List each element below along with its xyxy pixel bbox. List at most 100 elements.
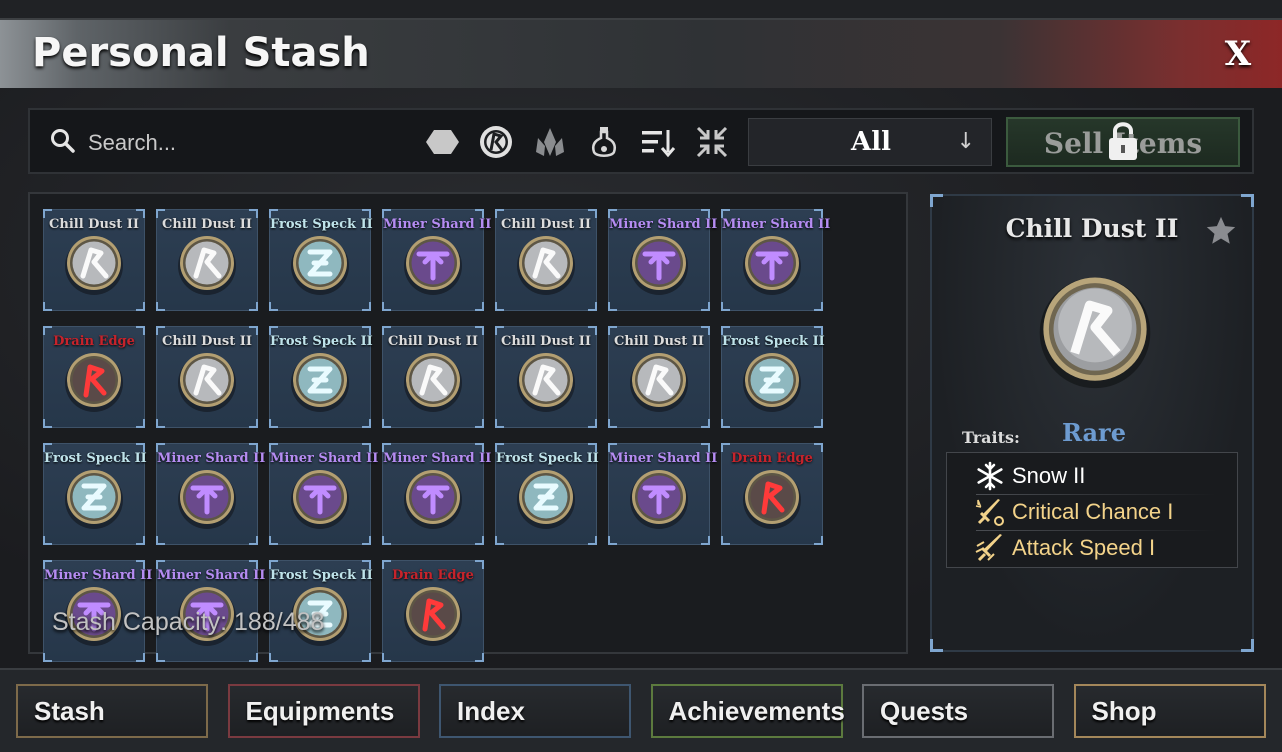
stash-slot[interactable]: Miner Shard II: [608, 443, 717, 545]
slot-item-name: Chill Dust II: [501, 217, 591, 232]
tab-stash[interactable]: Stash: [16, 684, 208, 738]
slot-item-name: Drain Edge: [53, 334, 135, 349]
slot-corner: [721, 536, 730, 545]
slot-corner: [475, 536, 484, 545]
slot-corner: [43, 536, 52, 545]
frost-rune-icon: [517, 470, 575, 529]
tab-label: Equipments: [245, 696, 395, 726]
stash-slot[interactable]: Frost Speck II: [43, 443, 147, 545]
slot-corner: [721, 302, 730, 311]
slot-corner: [156, 536, 165, 545]
drain-rune-icon: [65, 353, 123, 412]
stash-slot[interactable]: Chill Dust II: [495, 326, 597, 428]
slot-corner: [588, 536, 597, 545]
stash-slot[interactable]: Chill Dust II: [495, 209, 597, 311]
stash-slot[interactable]: Miner Shard II: [382, 443, 492, 545]
tab-index[interactable]: Index: [439, 684, 631, 738]
slot-item-name: Frost Speck II: [270, 334, 373, 349]
sort-icon[interactable]: [640, 124, 676, 160]
slot-corner: [701, 302, 710, 311]
slot-corner: [43, 419, 52, 428]
snowflake-icon: [977, 461, 1003, 491]
slot-corner: [814, 302, 823, 311]
slot-item-name: Frost Speck II: [270, 217, 373, 232]
rarity-label: Rare: [1062, 418, 1126, 447]
stash-slot[interactable]: Frost Speck II: [269, 209, 373, 311]
category-filter-dropdown[interactable]: All ↓: [748, 118, 992, 166]
slot-corner: [608, 536, 617, 545]
shape-filter-icon[interactable]: [424, 124, 460, 160]
tab-shop[interactable]: Shop: [1073, 684, 1266, 738]
stash-slot[interactable]: Miner Shard II: [382, 209, 492, 311]
stash-slot[interactable]: Drain Edge: [382, 560, 484, 662]
tab-quests[interactable]: Quests: [862, 684, 1054, 738]
tab-achievements[interactable]: Achievements: [650, 684, 845, 738]
tab-label: Achievements: [668, 696, 845, 726]
slot-corner: [475, 419, 484, 428]
slot-item-name: Drain Edge: [392, 568, 474, 583]
slot-corner: [608, 419, 617, 428]
slot-corner: [701, 419, 710, 428]
slot-corner: [475, 653, 484, 662]
slot-item-name: Miner Shard II: [722, 217, 831, 232]
slot-item-name: Miner Shard II: [157, 568, 266, 583]
miner-rune-icon: [743, 236, 801, 295]
slot-item-name: Frost Speck II: [44, 451, 147, 466]
stash-slot[interactable]: Chill Dust II: [156, 326, 258, 428]
slot-corner: [588, 419, 597, 428]
slot-item-name: Miner Shard II: [383, 451, 492, 466]
sword-crit-icon: [975, 499, 1004, 526]
slot-corner: [249, 653, 258, 662]
stash-slot[interactable]: Drain Edge: [721, 443, 823, 545]
chill-rune-icon: [630, 353, 688, 412]
collapse-icon[interactable]: [694, 124, 730, 160]
slot-corner: [156, 653, 165, 662]
trait-label: Critical Chance I: [1012, 499, 1174, 524]
slot-corner: [362, 419, 371, 428]
slot-item-name: Chill Dust II: [162, 334, 252, 349]
stash-slot[interactable]: Frost Speck II: [721, 326, 825, 428]
arrow-down-icon: ↓: [956, 129, 975, 154]
slot-corner: [475, 302, 484, 311]
stash-slot[interactable]: Chill Dust II: [382, 326, 484, 428]
slot-corner: [814, 419, 823, 428]
slot-corner: [382, 653, 391, 662]
slot-item-name: Frost Speck II: [496, 451, 599, 466]
potion-filter-icon[interactable]: [586, 124, 622, 160]
slot-item-name: Miner Shard II: [383, 217, 492, 232]
slot-corner: [362, 536, 371, 545]
stash-slot[interactable]: Frost Speck II: [495, 443, 599, 545]
tab-label: Index: [457, 696, 525, 726]
favorite-star-icon[interactable]: [1204, 214, 1238, 248]
close-button[interactable]: X: [1218, 34, 1258, 74]
slot-corner: [382, 536, 391, 545]
frost-rune-icon: [65, 470, 123, 529]
stash-slot[interactable]: Drain Edge: [43, 326, 145, 428]
frost-rune-icon: [291, 236, 349, 295]
stash-slot[interactable]: Miner Shard II: [721, 209, 831, 311]
stash-slot[interactable]: Frost Speck II: [269, 326, 373, 428]
search-input[interactable]: [86, 126, 390, 160]
stash-slot[interactable]: Miner Shard II: [608, 209, 717, 311]
slot-corner: [721, 419, 730, 428]
tab-equipments[interactable]: Equipments: [227, 684, 420, 738]
slot-corner: [156, 419, 165, 428]
detail-item-name: Chill Dust II: [1005, 214, 1179, 243]
material-filter-icon[interactable]: [532, 124, 568, 160]
stash-slot[interactable]: Miner Shard II: [269, 443, 378, 545]
traits-label: Traits:: [962, 428, 1020, 447]
stash-slot[interactable]: Chill Dust II: [43, 209, 145, 311]
stash-slot[interactable]: Chill Dust II: [156, 209, 258, 311]
slot-corner: [269, 419, 278, 428]
slot-corner: [269, 536, 278, 545]
search-icon[interactable]: [50, 128, 76, 154]
stash-capacity: Stash Capacity: 188/488: [52, 608, 325, 636]
rune-filter-icon[interactable]: [478, 124, 514, 160]
stash-slot[interactable]: Miner Shard II: [156, 443, 265, 545]
slot-corner: [495, 536, 504, 545]
slot-item-name: Chill Dust II: [614, 334, 704, 349]
stash-slot[interactable]: Chill Dust II: [608, 326, 710, 428]
chill-rune-icon: [517, 236, 575, 295]
slot-corner: [588, 302, 597, 311]
trait-row: Snow II: [970, 459, 1230, 493]
